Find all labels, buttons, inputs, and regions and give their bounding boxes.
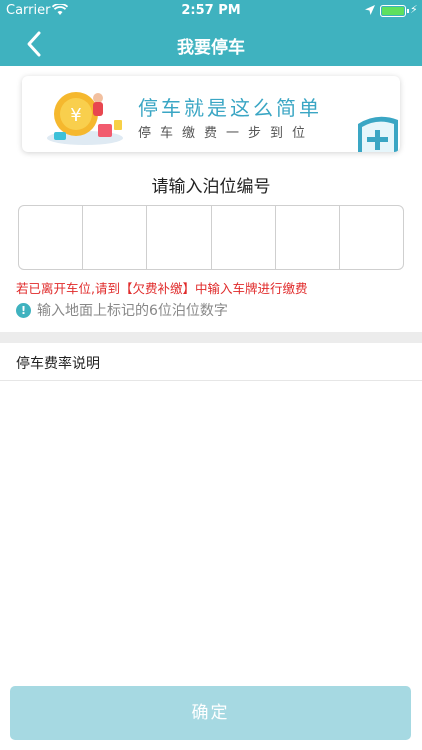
berth-digit-box-6[interactable] bbox=[340, 206, 403, 269]
parking-page: Carrier 2:57 PM ⚡ 我要停车 ¥ 停车就是这么简单 停车缴费一步… bbox=[0, 0, 422, 750]
berth-digit-box-2[interactable] bbox=[83, 206, 148, 269]
rate-info-row[interactable]: 停车费率说明 bbox=[0, 343, 422, 381]
rate-info-label: 停车费率说明 bbox=[16, 356, 100, 372]
arrears-warning: 若已离开车位,请到【欠费补缴】中输入车牌进行缴费 bbox=[16, 281, 308, 296]
coin-illustration-icon: ¥ bbox=[47, 92, 123, 145]
promo-banner[interactable]: ¥ 停车就是这么简单 停车缴费一步到位 bbox=[22, 76, 400, 152]
shield-plus-icon bbox=[358, 116, 398, 152]
info-icon: ! bbox=[16, 302, 31, 318]
berth-digit-box-1[interactable] bbox=[19, 206, 84, 269]
berth-code-input[interactable] bbox=[18, 205, 404, 270]
berth-digit-box-5[interactable] bbox=[276, 206, 340, 269]
nav-bar: 我要停车 bbox=[0, 22, 422, 66]
svg-text:¥: ¥ bbox=[70, 105, 81, 126]
status-time: 2:57 PM bbox=[181, 3, 241, 18]
berth-digit-box-4[interactable] bbox=[212, 206, 276, 269]
berth-digit-box-3[interactable] bbox=[147, 206, 212, 269]
charging-bolt-icon: ⚡ bbox=[410, 3, 418, 16]
battery-icon bbox=[380, 5, 406, 17]
battery-tip bbox=[407, 9, 409, 13]
banner-headline: 停车就是这么简单 bbox=[138, 96, 322, 120]
section-divider bbox=[0, 332, 422, 343]
banner-subline: 停车缴费一步到位 bbox=[138, 126, 315, 141]
berth-hint: ! 输入地面上标记的6位泊位数字 bbox=[16, 300, 228, 320]
berth-hint-text: 输入地面上标记的6位泊位数字 bbox=[37, 303, 228, 319]
status-bar: Carrier 2:57 PM ⚡ bbox=[0, 0, 422, 22]
battery-fill bbox=[382, 7, 404, 15]
berth-input-title: 请输入泊位编号 bbox=[151, 177, 271, 197]
page-title: 我要停车 bbox=[177, 38, 245, 58]
confirm-button[interactable]: 确定 bbox=[10, 686, 411, 740]
location-arrow-icon bbox=[365, 5, 375, 15]
